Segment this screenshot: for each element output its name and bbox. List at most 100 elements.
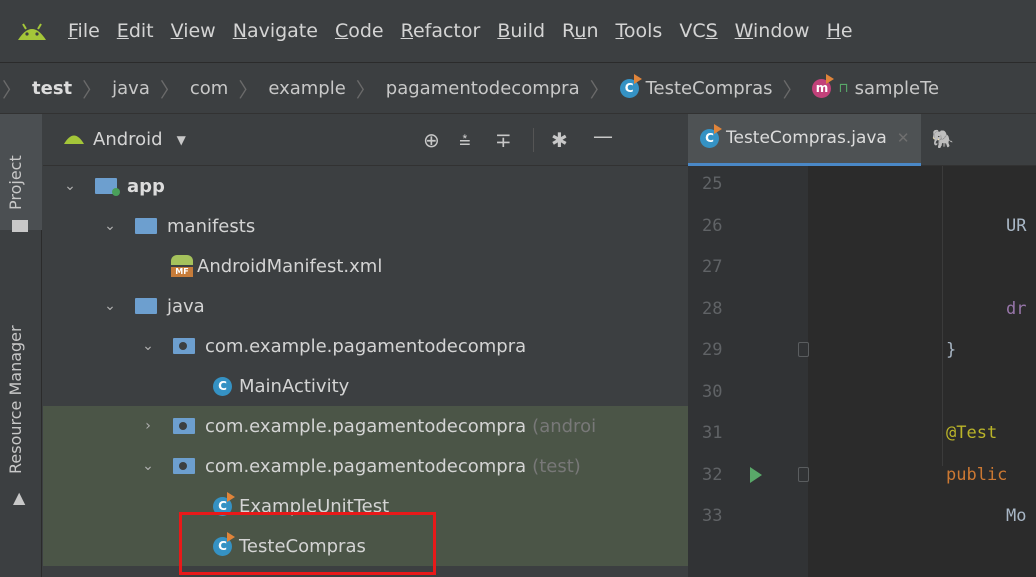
package-icon [173, 338, 195, 354]
tree-node-main-activity[interactable]: C MainActivity [43, 366, 688, 406]
project-tool-button[interactable]: Project [0, 114, 42, 232]
package-icon [173, 418, 195, 434]
breadcrumb-item-method[interactable]: m ⊓ sampleTe [812, 73, 939, 99]
android-studio-logo-icon [14, 18, 50, 44]
code-line[interactable]: 28 dr [688, 291, 1036, 333]
tree-label-android-test-suffix: (androi [532, 415, 597, 437]
line-number: 30 [702, 381, 723, 402]
tree-label-package-android-test: com.example.pagamentodecompra [205, 415, 527, 437]
tree-node-package-main[interactable]: ⌄ com.example.pagamentodecompra [43, 326, 688, 366]
breadcrumb-item-test[interactable]: test [32, 78, 72, 99]
gradle-elephant-icon[interactable]: 🐘 [931, 129, 953, 150]
menu-vcs[interactable]: VCS [679, 20, 717, 42]
menu-run[interactable]: Run [562, 20, 598, 42]
code-line[interactable]: 27 [688, 249, 1036, 291]
resource-manager-tool-button[interactable]: Resource Manager ▲ [0, 274, 42, 514]
chevron-right-icon[interactable]: › [141, 418, 155, 434]
code-line[interactable]: 29 } [688, 332, 1036, 374]
run-test-icon[interactable] [750, 466, 762, 483]
class-icon: C [213, 376, 232, 396]
package-icon [173, 458, 195, 474]
line-number: 32 [702, 464, 723, 485]
folder-icon [135, 298, 157, 314]
breadcrumb-item-example[interactable]: example [268, 78, 345, 99]
line-number: 28 [702, 298, 723, 319]
fold-marker-icon[interactable] [798, 466, 809, 482]
breadcrumb-separator-icon: 〉 [355, 77, 376, 102]
code-line[interactable]: 32 public [688, 457, 1036, 499]
code-editor: C TesteCompras.java ✕ 🐘 25 26 UR 27 28 d… [688, 114, 1036, 577]
menu-build[interactable]: Build [497, 20, 545, 42]
fold-marker-icon[interactable] [798, 342, 809, 357]
tab-label: TesteCompras.java [726, 128, 887, 148]
test-class-icon: C [619, 73, 642, 98]
breadcrumb-item-com[interactable]: com [190, 78, 228, 99]
code-text: public [946, 464, 1008, 485]
chevron-down-icon[interactable]: ⌄ [141, 458, 155, 474]
tree-label-java: java [167, 295, 205, 317]
chevron-down-icon[interactable]: ⌄ [103, 218, 117, 234]
tree-label-android-manifest: AndroidManifest.xml [197, 255, 383, 277]
resource-manager-tool-label: Resource Manager [6, 325, 25, 474]
chevron-down-icon[interactable]: ⌄ [63, 178, 77, 194]
close-icon[interactable]: ✕ [897, 129, 910, 147]
menu-edit[interactable]: Edit [117, 20, 154, 42]
tree-node-manifests[interactable]: ⌄ manifests [43, 206, 688, 246]
line-number: 33 [702, 506, 723, 526]
gear-icon[interactable]: ✱ [551, 128, 568, 152]
tree-node-package-android-test[interactable]: › com.example.pagamentodecompra (androi [43, 406, 688, 446]
code-line[interactable]: 25 [688, 166, 1036, 208]
code-text: } [946, 340, 957, 360]
tree-label-test-suffix: (test) [532, 455, 581, 477]
chevron-down-icon[interactable]: ⌄ [103, 298, 117, 314]
tree-node-java[interactable]: ⌄ java [43, 286, 688, 326]
menu-navigate[interactable]: Navigate [233, 20, 318, 42]
collapse-all-icon[interactable]: ∓ [495, 128, 512, 152]
tree-label-package-test: com.example.pagamentodecompra [205, 455, 527, 477]
breadcrumb-separator-icon: 〉 [589, 77, 610, 102]
breadcrumb-item-package[interactable]: pagamentodecompra [386, 78, 580, 99]
tree-label-app: app [127, 175, 165, 197]
breadcrumb: 〉 test 〉 java 〉 com 〉 example 〉 pagament… [0, 62, 1036, 114]
chevron-down-icon[interactable]: ▼ [177, 133, 186, 147]
code-text: UR [1006, 215, 1027, 236]
chevron-down-icon[interactable]: ⌄ [141, 338, 155, 354]
manifest-file-icon: MF [171, 255, 193, 277]
menu-bar: File Edit View Navigate Code Refactor Bu… [0, 0, 1036, 62]
locate-crosshair-icon[interactable]: ⊕ [423, 128, 440, 152]
project-view-selector[interactable]: Android [93, 129, 163, 150]
code-line[interactable]: 33 Mo [688, 498, 1036, 540]
breadcrumb-separator-icon: 〉 [782, 77, 803, 102]
hide-panel-icon[interactable]: — [593, 124, 613, 148]
expand-all-icon[interactable]: ⩮ [459, 128, 471, 152]
editor-tab-bar: C TesteCompras.java ✕ 🐘 [688, 114, 1036, 166]
tool-window-strip: Project Resource Manager ▲ [0, 114, 42, 577]
project-tree: ⌄ app ⌄ manifests MF AndroidManifest.xml… [43, 166, 688, 566]
menu-help[interactable]: He [827, 20, 853, 42]
menu-view[interactable]: View [171, 20, 216, 42]
code-text: @Test [946, 423, 998, 443]
line-number: 31 [702, 423, 723, 443]
breadcrumb-separator-icon: 〉 [238, 77, 259, 102]
breadcrumb-item-java[interactable]: java [112, 78, 150, 99]
tree-node-android-manifest[interactable]: MF AndroidManifest.xml [43, 246, 688, 286]
tree-node-package-test[interactable]: ⌄ com.example.pagamentodecompra (test) [43, 446, 688, 486]
code-line[interactable]: 30 [688, 374, 1036, 416]
line-number: 26 [702, 215, 723, 236]
tree-node-app[interactable]: ⌄ app [43, 166, 688, 206]
menu-file[interactable]: File [68, 20, 100, 42]
project-tool-label: Project [6, 155, 25, 210]
tree-label-main-activity: MainActivity [239, 375, 350, 397]
code-line[interactable]: 31 @Test [688, 415, 1036, 457]
menu-tools[interactable]: Tools [616, 20, 663, 42]
breadcrumb-separator-icon: 〉 [82, 77, 103, 102]
tree-label-manifests: manifests [167, 215, 256, 237]
breadcrumb-item-class[interactable]: C TesteCompras [619, 73, 772, 99]
menu-refactor[interactable]: Refactor [401, 20, 481, 42]
code-line[interactable]: 26 UR [688, 208, 1036, 250]
menu-window[interactable]: Window [735, 20, 810, 42]
menu-code[interactable]: Code [335, 20, 384, 42]
resource-manager-icon: ▲ [13, 488, 26, 507]
tab-teste-compras[interactable]: C TesteCompras.java ✕ [688, 114, 922, 166]
code-text: dr [1006, 298, 1027, 319]
